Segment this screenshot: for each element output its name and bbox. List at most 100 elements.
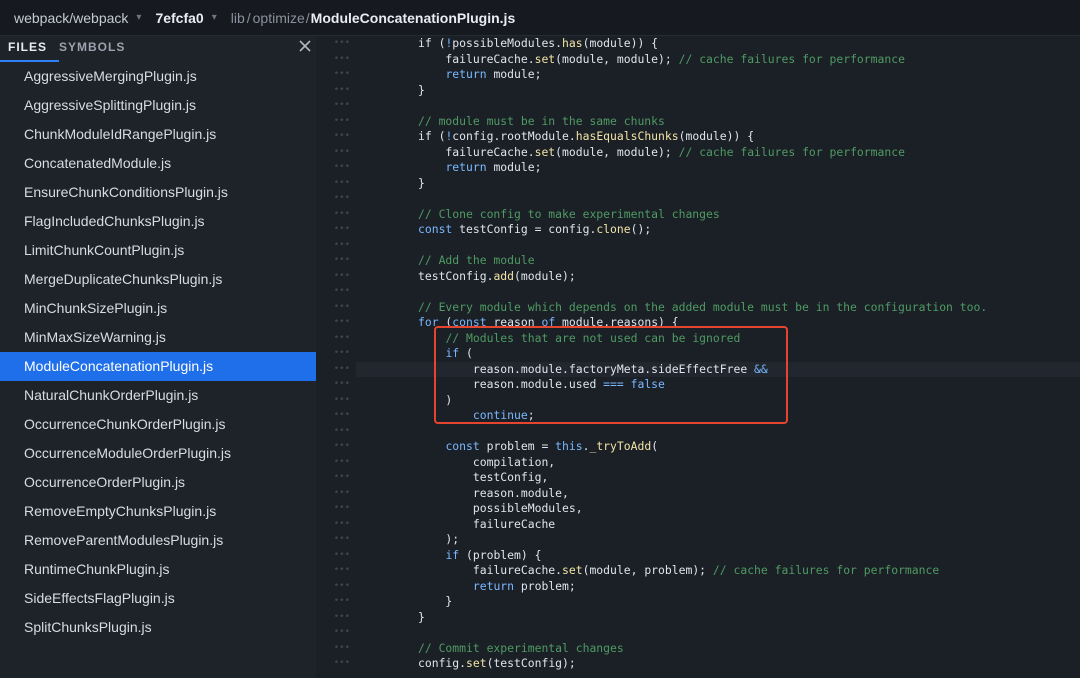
code-line: failureCache.set(module, problem); // ca… (418, 563, 940, 577)
line-number: ••• (333, 317, 350, 327)
code-line: // Clone config to make experimental cha… (418, 206, 720, 221)
file-list-item[interactable]: MinChunkSizePlugin.js (0, 294, 316, 323)
line-number: ••• (333, 69, 350, 79)
file-list-item[interactable]: OccurrenceChunkOrderPlugin.js (0, 410, 316, 439)
sidebar-tabs: FILES SYMBOLS (0, 36, 316, 62)
line-number: ••• (333, 348, 350, 358)
breadcrumb: webpack/webpack ▾ 7efcfa0 ▾ lib / optimi… (0, 0, 1080, 36)
line-number: ••• (333, 658, 350, 668)
file-list-item[interactable]: OccurrenceModuleOrderPlugin.js (0, 439, 316, 468)
chevron-down-icon[interactable]: ▾ (136, 12, 141, 23)
file-list-item[interactable]: ModuleConcatenationPlugin.js (0, 352, 316, 381)
code-line: // Every module which depends on the add… (418, 299, 988, 314)
line-number: ••• (333, 146, 350, 157)
line-number: ••• (333, 224, 350, 234)
code-line: compilation, (418, 454, 556, 469)
code-line: reason.module, (418, 485, 569, 500)
line-number: ••• (333, 239, 350, 250)
line-number: ••• (333, 53, 350, 64)
file-list-item[interactable]: OccurrenceOrderPlugin.js (0, 468, 316, 497)
line-number: ••• (333, 441, 350, 451)
file-list-item[interactable]: MergeDuplicateChunksPlugin.js (0, 265, 316, 294)
code-line: ); (418, 532, 460, 546)
file-list-item[interactable]: MinMaxSizeWarning.js (0, 323, 316, 352)
line-number: ••• (333, 596, 350, 606)
code-line: } (418, 175, 425, 190)
code-line: failureCache.set(module, module); // cac… (418, 144, 905, 159)
line-number: ••• (333, 379, 350, 389)
code-line: if (!config.rootModule.hasEqualsChunks(m… (418, 129, 755, 143)
line-number: ••• (333, 255, 350, 265)
file-sidebar: FILES SYMBOLS AggressiveMergingPlugin.js… (0, 36, 316, 678)
code-line: ) (418, 392, 453, 407)
line-number: ••• (333, 162, 350, 172)
path-separator: / (246, 9, 251, 26)
line-number: ••• (333, 611, 350, 622)
line-number: ••• (333, 131, 350, 141)
code-line: testConfig, (418, 470, 549, 484)
code-line: // Modules that are not used can be igno… (445, 330, 741, 345)
close-icon[interactable] (297, 38, 313, 54)
current-file-name: ModuleConcatenationPlugin.js (310, 9, 516, 26)
line-number: ••• (333, 549, 350, 560)
commit-selector[interactable]: 7efcfa0 (155, 10, 203, 26)
code-line: // module must be in the same chunks (418, 113, 665, 128)
line-number: ••• (333, 472, 350, 482)
code-line: } (418, 82, 425, 97)
path-segment-lib[interactable]: lib (231, 10, 245, 26)
file-list-item[interactable]: FlagIncludedChunksPlugin.js (0, 207, 316, 236)
path-separator: / (305, 9, 310, 26)
file-list-item[interactable]: SideEffectsFlagPlugin.js (0, 584, 316, 613)
path-segment-optimize[interactable]: optimize (253, 10, 305, 26)
code-line: const problem = this._tryToAdd( (445, 439, 659, 453)
code-line: reason.module.used === false (418, 377, 665, 391)
line-number: ••• (333, 534, 350, 544)
code-line: return module; (445, 160, 542, 174)
line-number: ••• (333, 100, 350, 110)
repo-link[interactable]: webpack/webpack (14, 10, 128, 26)
line-number-gutter: ••• ••• ••• ••• ••• ••• ••• ••• ••• ••• ••• ••• ••• •… (316, 36, 356, 678)
code-line: return problem; (472, 578, 576, 593)
line-number: ••• (333, 642, 350, 653)
file-list-item[interactable]: NaturalChunkOrderPlugin.js (0, 381, 316, 410)
line-number: ••• (333, 565, 350, 575)
file-list-item[interactable]: ChunkModuleIdRangePlugin.js (0, 120, 316, 149)
file-list-item[interactable]: RemoveEmptyChunksPlugin.js (0, 497, 316, 526)
code-line: // Add the module (418, 253, 535, 267)
code-line: if (problem) { (445, 547, 542, 562)
line-number: ••• (333, 286, 350, 296)
file-list-item[interactable]: SplitChunksPlugin.js (0, 613, 316, 642)
file-list-item[interactable]: ConcatenatedModule.js (0, 149, 316, 178)
line-number: ••• (333, 270, 350, 281)
file-list-item[interactable]: RuntimeChunkPlugin.js (0, 555, 316, 584)
line-number: ••• (333, 394, 350, 405)
code-line: } (418, 594, 453, 608)
code-line: const testConfig = config.clone(); (418, 222, 652, 236)
line-number: ••• (333, 301, 350, 312)
line-number: ••• (333, 208, 350, 219)
file-list: AggressiveMergingPlugin.js AggressiveSpli… (0, 62, 316, 642)
line-number: ••• (333, 363, 350, 374)
tab-files[interactable]: FILES (0, 40, 60, 62)
line-number: ••• (333, 38, 350, 48)
chevron-down-icon[interactable]: ▾ (212, 12, 217, 23)
tab-symbols[interactable]: SYMBOLS (59, 40, 125, 54)
code-line: return module; (445, 67, 542, 81)
file-list-item[interactable]: LimitChunkCountPlugin.js (0, 236, 316, 265)
file-list-item[interactable]: EnsureChunkConditionsPlugin.js (0, 178, 316, 207)
line-number: ••• (333, 425, 350, 436)
code-editor[interactable]: ••• ••• ••• ••• ••• ••• ••• ••• ••• ••• ••• ••• ••• •… (316, 36, 1080, 678)
line-number: ••• (333, 580, 350, 591)
code-line: if (!possibleModules.has(module)) { (418, 36, 659, 50)
code-line: continue; (472, 408, 535, 422)
file-list-item[interactable]: AggressiveMergingPlugin.js (0, 62, 316, 91)
line-number: ••• (333, 487, 350, 498)
line-number: ••• (333, 193, 350, 203)
line-number: ••• (333, 456, 350, 467)
code-line: reason.module.factoryMeta.sideEffectFree… (356, 361, 1080, 377)
file-list-item[interactable]: RemoveParentModulesPlugin.js (0, 526, 316, 555)
file-list-item[interactable]: AggressiveSplittingPlugin.js (0, 91, 316, 120)
line-number: ••• (333, 410, 350, 420)
code-line: for (const reason of module.reasons) { (418, 315, 679, 329)
code-line: failureCache (418, 516, 556, 531)
